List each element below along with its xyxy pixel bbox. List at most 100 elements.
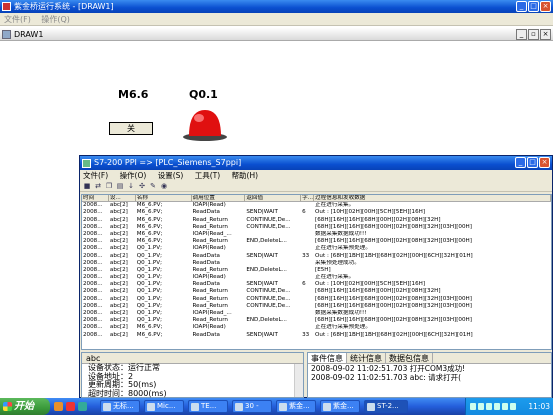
task-item[interactable]: 无标...: [100, 400, 140, 413]
save-icon[interactable]: ■: [83, 182, 91, 190]
connect-icon[interactable]: ⇄: [94, 182, 102, 190]
cell-time: 2008...: [83, 281, 103, 288]
tray-icon[interactable]: [478, 403, 484, 410]
ppi-menu-file[interactable]: 文件(F): [83, 171, 108, 180]
cell-name: Q0_1.PV;: [136, 245, 162, 252]
cell-bytes: [301, 288, 314, 295]
cell-bytes: [301, 267, 314, 274]
table-row[interactable]: 2008... abc[2] Q0_1.PV; ReadData SEND|WAIT 6 O…: [82, 281, 551, 288]
desktop-icon[interactable]: [78, 402, 87, 411]
task-item-active[interactable]: ST-2...: [364, 400, 408, 413]
open-icon[interactable]: ▤: [116, 182, 124, 190]
task-item[interactable]: 紫金...: [276, 400, 316, 413]
table-row[interactable]: 2008... abc[2] M6_6.PV; Read_Return END,Dele…: [82, 238, 551, 245]
cell-call-site: Read_Return: [192, 223, 228, 230]
task-item[interactable]: 紫金...: [320, 400, 360, 413]
draw-close-button[interactable]: ×: [540, 29, 551, 40]
table-row[interactable]: 2008... abc[2] M6_6.PV; IOAPI(Read_... 数据采集数…: [82, 231, 551, 238]
start-button[interactable]: 开始: [0, 398, 50, 415]
ppi-menu-operate[interactable]: 操作(O): [120, 171, 147, 180]
cell-device: abc[2]: [109, 238, 128, 245]
col-device[interactable]: 设...: [109, 195, 136, 202]
media-icon[interactable]: [66, 402, 75, 411]
task-item[interactable]: 30 -: [232, 400, 272, 413]
table-row[interactable]: 2008... abc[2] Q0_1.PV; Read_Return CONTINUE…: [82, 303, 551, 310]
tab-stats-info[interactable]: 统计信息: [347, 353, 386, 363]
cell-call-site: Read_Return: [192, 288, 228, 295]
table-row[interactable]: 2008... abc[2] Q0_1.PV; ReadData SEND|WAIT 33…: [82, 253, 551, 260]
view-icon[interactable]: ◉: [160, 182, 168, 190]
cell-bytes: [301, 317, 314, 324]
cell-return: SEND|WAIT: [246, 252, 278, 259]
cell-return: END,DeleteL...: [246, 238, 287, 245]
cell-call-site: Read_Return: [192, 302, 228, 309]
table-row[interactable]: 2008... abc[2] Q0_1.PV; Read_Return END,Dele…: [82, 267, 551, 274]
task-item[interactable]: Mic...: [144, 400, 184, 413]
table-row[interactable]: 2008... abc[2] Q0_1.PV; Read_Return CONTINUE…: [82, 296, 551, 303]
ppi-menu-help[interactable]: 帮助(H): [232, 171, 259, 180]
cell-device: abc[2]: [109, 274, 128, 281]
edit-icon[interactable]: ✎: [149, 182, 157, 190]
firefox-icon[interactable]: [54, 402, 63, 411]
table-row[interactable]: 2008... abc[2] Q0_1.PV; Read_Return END,Dele…: [82, 317, 551, 324]
cell-call-site: ReadData: [192, 252, 220, 259]
cell-process-info: [E5H]: [315, 266, 331, 273]
col-name[interactable]: 名称: [136, 195, 192, 202]
table-row[interactable]: 2008... abc[2] Q0_1.PV; Read_Return CONTINUE…: [82, 288, 551, 295]
table-row[interactable]: 2008... abc[2] M6_6.PV; IOAPI(Read) 正在进行采集。: [82, 202, 551, 209]
table-row[interactable]: 2008... abc[2] Q0_1.PV; IOAPI(Read) 正在进行采集预处…: [82, 245, 551, 252]
tab-packet-info[interactable]: 数据包信息: [386, 353, 433, 363]
table-row[interactable]: 2008... abc[2] Q0_1.PV; ReadData 采集预处理成功。: [82, 260, 551, 267]
table-row[interactable]: 2008... abc[2] Q0_1.PV; IOAPI(Read_... 数据采集数…: [82, 310, 551, 317]
event-line: 2008-09-02 11:02:51.703 abc: 请求打开(: [311, 373, 462, 382]
table-row[interactable]: 2008... abc[2] M6_6.PV; IOAPI(Read) 正在进行采集预处…: [82, 324, 551, 331]
ppi-minimize-button[interactable]: _: [515, 157, 526, 168]
cell-time: 2008...: [83, 230, 103, 237]
tray-icon[interactable]: [486, 403, 492, 410]
minimize-button[interactable]: _: [516, 1, 527, 12]
settings-icon[interactable]: ✣: [138, 182, 146, 190]
download-icon[interactable]: ↓: [127, 182, 135, 190]
cell-time: 2008...: [83, 288, 103, 295]
table-row[interactable]: 2008... abc[2] M6_6.PV; ReadData SEND|WAIT 33…: [82, 332, 551, 339]
ppi-close-button[interactable]: ×: [539, 157, 550, 168]
menu-file[interactable]: 文件(F): [4, 15, 31, 24]
table-row[interactable]: 2008... abc[2] M6_6.PV; Read_Return CONTINUE…: [82, 224, 551, 231]
tray-icon[interactable]: [470, 403, 476, 410]
cell-process-info: Out : [10H][02H][00H][5CH][5EH][16H]: [315, 209, 426, 216]
cell-process-info: [68H][16H][16H][68H][00H][02H][08H][32H]…: [315, 238, 472, 245]
app-title: 紫金桥运行系统 - [DRAW1]: [14, 2, 114, 11]
tray-icon[interactable]: [502, 403, 508, 410]
status-scrollbar[interactable]: [294, 364, 303, 397]
cell-name: Q0_1.PV;: [136, 310, 162, 316]
cell-time: 2008...: [83, 252, 103, 259]
draw-restore-button[interactable]: ▫: [528, 29, 539, 40]
cell-device: abc[2]: [109, 230, 128, 237]
task-item[interactable]: TE...: [188, 400, 228, 413]
copy-icon[interactable]: ❐: [105, 182, 113, 190]
tray-icon[interactable]: [510, 403, 516, 410]
table-row[interactable]: 2008... abc[2] Q0_1.PV; IOAPI(Read) 正在进行采集。: [82, 274, 551, 281]
table-row[interactable]: 2008... abc[2] M6_6.PV; Read_Return CONTINUE…: [82, 217, 551, 224]
col-return[interactable]: 返回值: [245, 195, 302, 202]
off-button[interactable]: 关: [109, 122, 153, 135]
draw-minimize-button[interactable]: _: [516, 29, 527, 40]
maximize-button[interactable]: □: [528, 1, 539, 12]
ppi-maximize-button[interactable]: □: [527, 157, 538, 168]
col-call-site[interactable]: 调用位置: [192, 195, 246, 202]
menu-operate[interactable]: 操作(Q): [41, 15, 70, 24]
col-bytes[interactable]: 字...: [301, 195, 315, 202]
table-row[interactable]: 2008... abc[2] M6_6.PV; ReadData SEND|WAIT 6 O…: [82, 209, 551, 216]
cell-bytes: 33: [302, 252, 310, 259]
log-table[interactable]: 时间 设... 名称 调用位置 返回值 字... 过程信息和发收数据 2008.…: [81, 194, 552, 350]
ppi-menu-settings[interactable]: 设置(S): [158, 171, 184, 180]
col-time[interactable]: 时间: [82, 195, 109, 202]
cell-process-info: 采集预处理成功。: [315, 259, 360, 266]
cell-name: M6_6.PV;: [136, 209, 163, 216]
tab-event-info[interactable]: 事件信息: [308, 353, 347, 363]
tray-icon[interactable]: [494, 403, 500, 410]
cell-bytes: [301, 224, 314, 231]
ppi-menu-tools[interactable]: 工具(T): [195, 171, 220, 180]
close-button[interactable]: ×: [540, 1, 551, 12]
col-process-info[interactable]: 过程信息和发收数据: [314, 195, 551, 202]
